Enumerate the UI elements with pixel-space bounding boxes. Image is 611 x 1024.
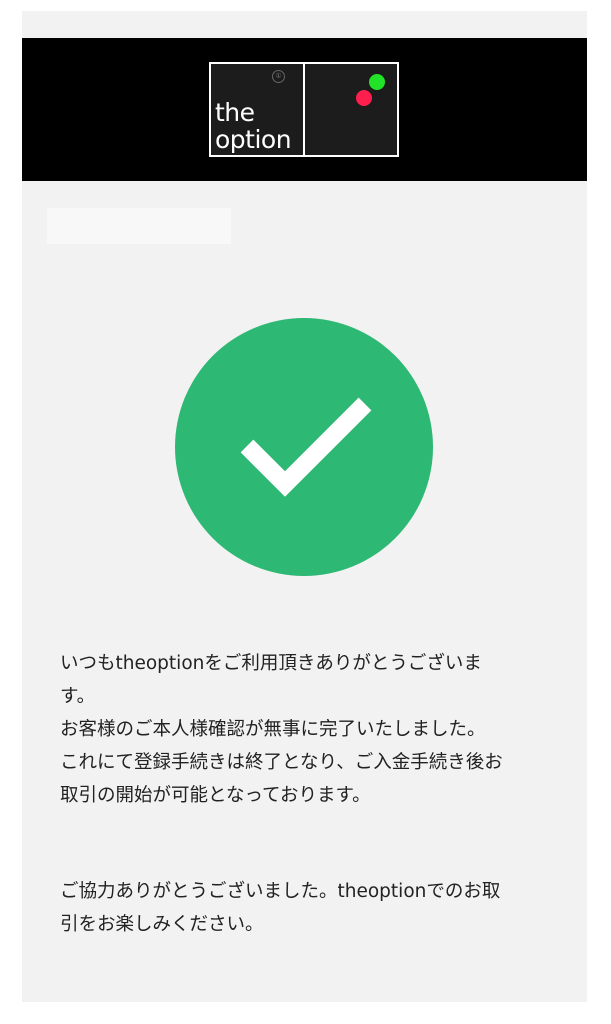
closing-line: ご協力ありがとうございました。theoptionでのお取 bbox=[60, 881, 501, 902]
top-strip bbox=[22, 11, 587, 38]
closing-message: ご協力ありがとうございました。theoptionでのお取 引をお楽しみください。 bbox=[60, 875, 560, 941]
confirmation-message: いつもtheoptionをご利用頂きありがとうございま す。 お客様のご本人様確… bbox=[60, 647, 560, 812]
logo-registered-mark: ① bbox=[272, 70, 285, 83]
logo-wordmark: the option bbox=[215, 98, 292, 154]
theoption-logo[interactable]: ① the option bbox=[209, 62, 399, 157]
logo-text-panel: ① the option bbox=[211, 64, 305, 155]
check-icon bbox=[240, 397, 372, 497]
message-line: す。 bbox=[60, 686, 96, 707]
main-content: いつもtheoptionをご利用頂きありがとうございま す。 お客様のご本人様確… bbox=[22, 181, 587, 1002]
message-line: お客様のご本人様確認が無事に完了いたしました。 bbox=[60, 719, 486, 740]
placeholder-bar bbox=[47, 208, 231, 244]
message-line: これにて登録手続きは終了となり、ご入金手続き後お bbox=[60, 752, 503, 773]
logo-word-option: option bbox=[215, 125, 292, 154]
logo-green-dot-icon bbox=[369, 74, 385, 90]
message-line: 取引の開始が可能となっております。 bbox=[60, 785, 371, 806]
message-line: いつもtheoptionをご利用頂きありがとうございま bbox=[60, 653, 482, 674]
closing-line: 引をお楽しみください。 bbox=[60, 914, 264, 935]
header: ① the option bbox=[22, 38, 587, 181]
success-check-icon bbox=[175, 318, 433, 576]
logo-red-dot-icon bbox=[356, 90, 372, 106]
logo-dots-panel bbox=[305, 64, 397, 155]
logo-word-the: the bbox=[215, 98, 255, 127]
